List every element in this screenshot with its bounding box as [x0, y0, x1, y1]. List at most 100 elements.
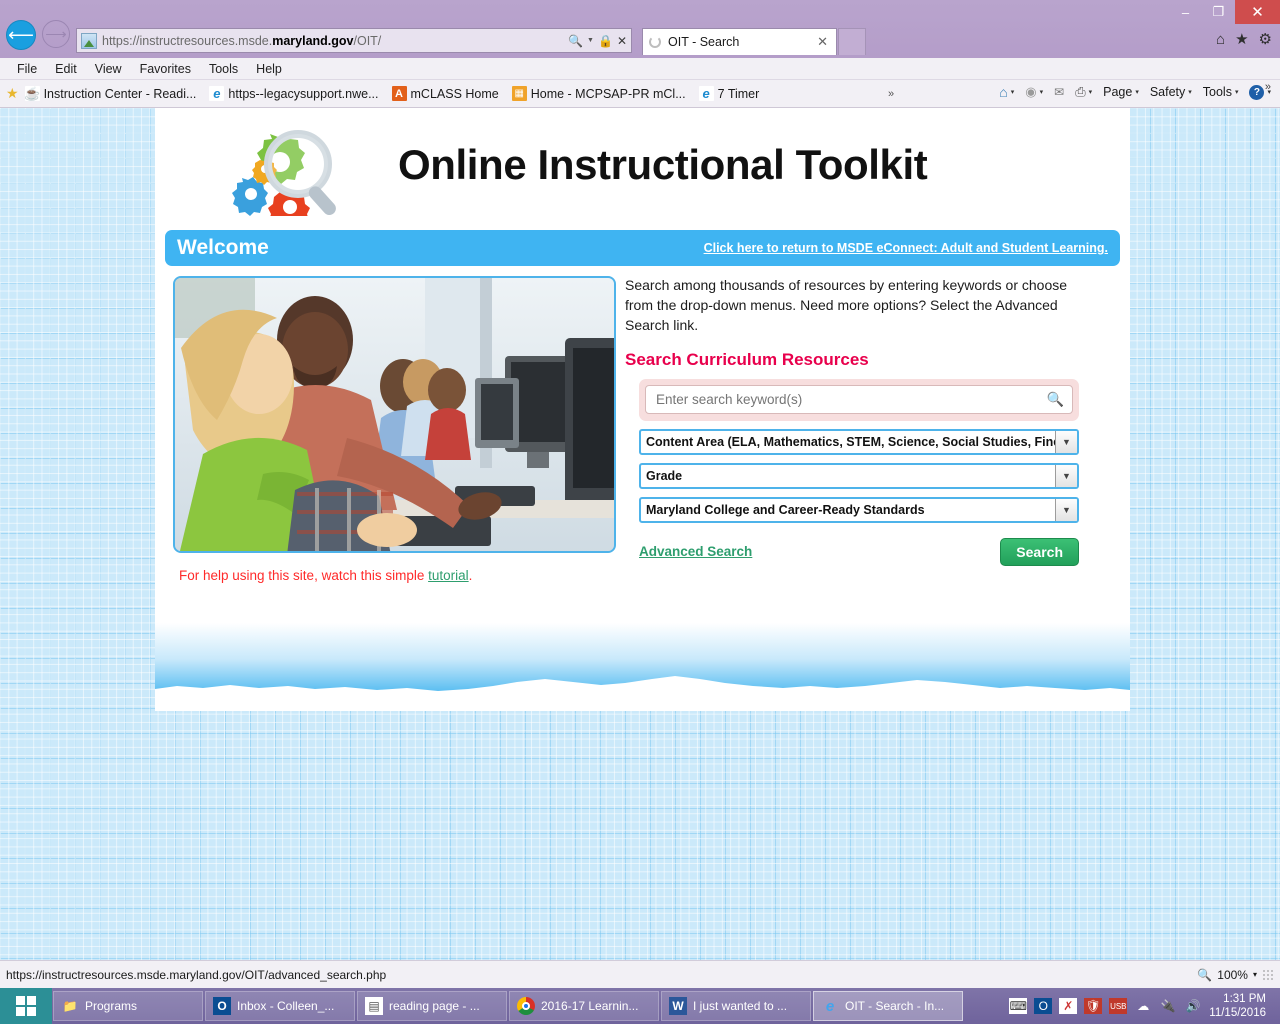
forward-button[interactable]: ⟶ — [42, 20, 70, 48]
taskbar-item-programs[interactable]: 📁 Programs — [53, 991, 203, 1021]
outlook-icon: O — [213, 997, 231, 1015]
new-tab-button[interactable] — [838, 28, 866, 55]
chevron-down-icon: ▾ — [1010, 89, 1015, 96]
tutorial-link[interactable]: tutorial — [428, 568, 469, 583]
ie-icon: e — [698, 86, 714, 101]
menu-item-edit[interactable]: Edit — [46, 60, 86, 78]
restore-button[interactable]: ❐ — [1202, 0, 1235, 24]
network-icon[interactable]: ☁ — [1134, 998, 1152, 1014]
zoom-icon: 🔍 — [1197, 967, 1213, 982]
taskbar-item-label: 2016-17 Learnin... — [541, 999, 639, 1013]
address-bar[interactable]: https://instructresources.msde.maryland.… — [76, 28, 632, 53]
dropdown-grade[interactable]: Grade ▼ — [639, 462, 1079, 489]
close-icon[interactable]: ✕ — [815, 34, 830, 50]
favorite-item-7timer[interactable]: e 7 Timer — [698, 86, 760, 101]
taskbar-item-label: Inbox - Colleen_... — [237, 999, 335, 1013]
status-bar: https://instructresources.msde.maryland.… — [0, 960, 1280, 988]
start-button[interactable] — [0, 988, 52, 1024]
favorite-label: 7 Timer — [717, 86, 760, 101]
feeds-button[interactable]: ◉ ▾ — [1022, 82, 1046, 102]
loading-spinner-icon — [649, 36, 661, 48]
search-button[interactable]: Search — [1000, 537, 1079, 566]
chevron-down-icon[interactable]: ▼ — [1055, 498, 1077, 521]
dropdown-standards-label: Maryland College and Career-Ready Standa… — [646, 502, 925, 517]
safety-menu-label: Safety — [1149, 85, 1186, 99]
close-window-button[interactable]: ✕ — [1235, 0, 1280, 24]
taskbar-item-chrome[interactable]: 2016-17 Learnin... — [509, 991, 659, 1021]
chrome-icon — [517, 997, 535, 1015]
lock-icon: 🔒 — [597, 33, 613, 48]
home-icon[interactable]: ⌂ — [1216, 31, 1225, 48]
taskbar-item-label: Programs — [85, 999, 138, 1013]
keyboard-icon[interactable]: ⌨ — [1009, 998, 1028, 1014]
shield-icon[interactable]: 🛡 — [1084, 998, 1103, 1014]
plug-icon[interactable]: 🔌 — [1159, 998, 1177, 1014]
favorites-overflow-icon[interactable]: » — [888, 88, 894, 100]
stop-icon[interactable]: ✕ — [617, 34, 627, 48]
home-button[interactable]: ⌂ ▾ — [996, 82, 1017, 102]
favorite-item-legacysupport[interactable]: e https--legacysupport.nwe... — [209, 86, 379, 101]
print-button[interactable]: ⎙ ▾ — [1072, 82, 1095, 102]
chevron-down-icon[interactable]: ▼ — [1055, 430, 1077, 453]
outlook-icon[interactable]: O — [1034, 998, 1053, 1014]
favorite-item-mcpsap[interactable]: ▦ Home - MCPSAP-PR mCl... — [511, 86, 686, 101]
intro-text: Search among thousands of resources by e… — [625, 277, 1068, 333]
gear-icon[interactable]: ⚙ — [1259, 30, 1272, 48]
search-box[interactable]: 🔍 — [645, 385, 1073, 415]
window-controls: – ❐ ✕ — [1169, 0, 1280, 24]
dropdown-content-area[interactable]: Content Area (ELA, Mathematics, STEM, Sc… — [639, 428, 1079, 455]
menu-item-tools[interactable]: Tools — [200, 60, 247, 78]
clock[interactable]: 1:31 PM 11/15/2016 — [1209, 992, 1272, 1021]
chevron-down-icon: ▾ — [1088, 89, 1093, 96]
search-input[interactable] — [654, 391, 1047, 409]
usb-icon[interactable]: USB — [1109, 998, 1128, 1014]
dropdown-content-area-label: Content Area (ELA, Mathematics, STEM, Sc… — [646, 434, 1055, 449]
econnect-return-link[interactable]: Click here to return to MSDE eConnect: A… — [704, 241, 1108, 255]
taskbar-item-inbox[interactable]: O Inbox - Colleen_... — [205, 991, 355, 1021]
read-mail-button[interactable]: ✉ — [1051, 83, 1067, 101]
zoom-level: 100% — [1217, 967, 1248, 982]
resize-grip[interactable] — [1262, 968, 1274, 981]
nwea-icon: ☕ — [23, 85, 41, 101]
site-header: Online Instructional Toolkit — [155, 108, 1130, 226]
volume-icon[interactable]: 🔊 — [1184, 998, 1202, 1014]
menu-item-view[interactable]: View — [86, 60, 131, 78]
tools-menu-button[interactable]: Tools ▾ — [1200, 83, 1242, 101]
search-icon[interactable]: 🔍 — [568, 34, 583, 48]
section-title: Search Curriculum Resources — [625, 349, 869, 369]
command-bar-overflow-icon[interactable]: » — [1265, 81, 1271, 93]
taskbar-item-word[interactable]: W I just wanted to ... — [661, 991, 811, 1021]
page-container: Online Instructional Toolkit Welcome Cli… — [155, 108, 1130, 711]
zoom-control[interactable]: 🔍 100% ▾ — [1197, 968, 1274, 982]
excel-icon[interactable]: ✗ — [1059, 998, 1078, 1014]
advanced-search-link[interactable]: Advanced Search — [639, 544, 752, 559]
tools-menu-label: Tools — [1202, 85, 1232, 99]
status-bar-url: https://instructresources.msde.maryland.… — [6, 967, 387, 982]
search-icon[interactable]: 🔍 — [1047, 391, 1064, 408]
favorites-star-icon[interactable]: ★ — [1235, 30, 1248, 48]
torn-paper-edge — [155, 676, 1130, 711]
menu-item-file[interactable]: File — [8, 60, 46, 78]
taskbar-item-internet-explorer[interactable]: e OIT - Search - In... — [813, 991, 963, 1021]
menu-item-favorites[interactable]: Favorites — [131, 60, 200, 78]
chevron-down-icon[interactable]: ▾ — [1253, 970, 1257, 979]
menu-item-help[interactable]: Help — [247, 60, 291, 78]
ie-icon: e — [209, 86, 225, 101]
add-favorite-icon[interactable]: ★ — [6, 85, 19, 102]
favorite-label: Instruction Center - Readi... — [43, 86, 197, 101]
browser-tab[interactable]: OIT - Search ✕ — [642, 28, 837, 55]
taskbar-item-reading-page[interactable]: ▤ reading page - ... — [357, 991, 507, 1021]
page-menu-button[interactable]: Page ▾ — [1100, 83, 1142, 101]
dropdown-grade-label: Grade — [646, 468, 683, 483]
chevron-down-icon[interactable]: ▼ — [587, 37, 594, 44]
chevron-down-icon: ▾ — [1135, 89, 1139, 96]
favorite-item-instruction-center[interactable]: ☕ Instruction Center - Readi... — [23, 85, 197, 101]
url-scheme: https:// — [102, 33, 140, 48]
favorite-item-mclass-home[interactable]: A mCLASS Home — [391, 86, 499, 101]
minimize-button[interactable]: – — [1169, 0, 1202, 24]
back-button[interactable]: ⟵ — [6, 20, 36, 50]
dropdown-standards[interactable]: Maryland College and Career-Ready Standa… — [639, 496, 1079, 523]
chevron-down-icon[interactable]: ▼ — [1055, 464, 1077, 487]
taskbar-item-label: OIT - Search - In... — [845, 999, 945, 1013]
safety-menu-button[interactable]: Safety ▾ — [1147, 83, 1195, 101]
